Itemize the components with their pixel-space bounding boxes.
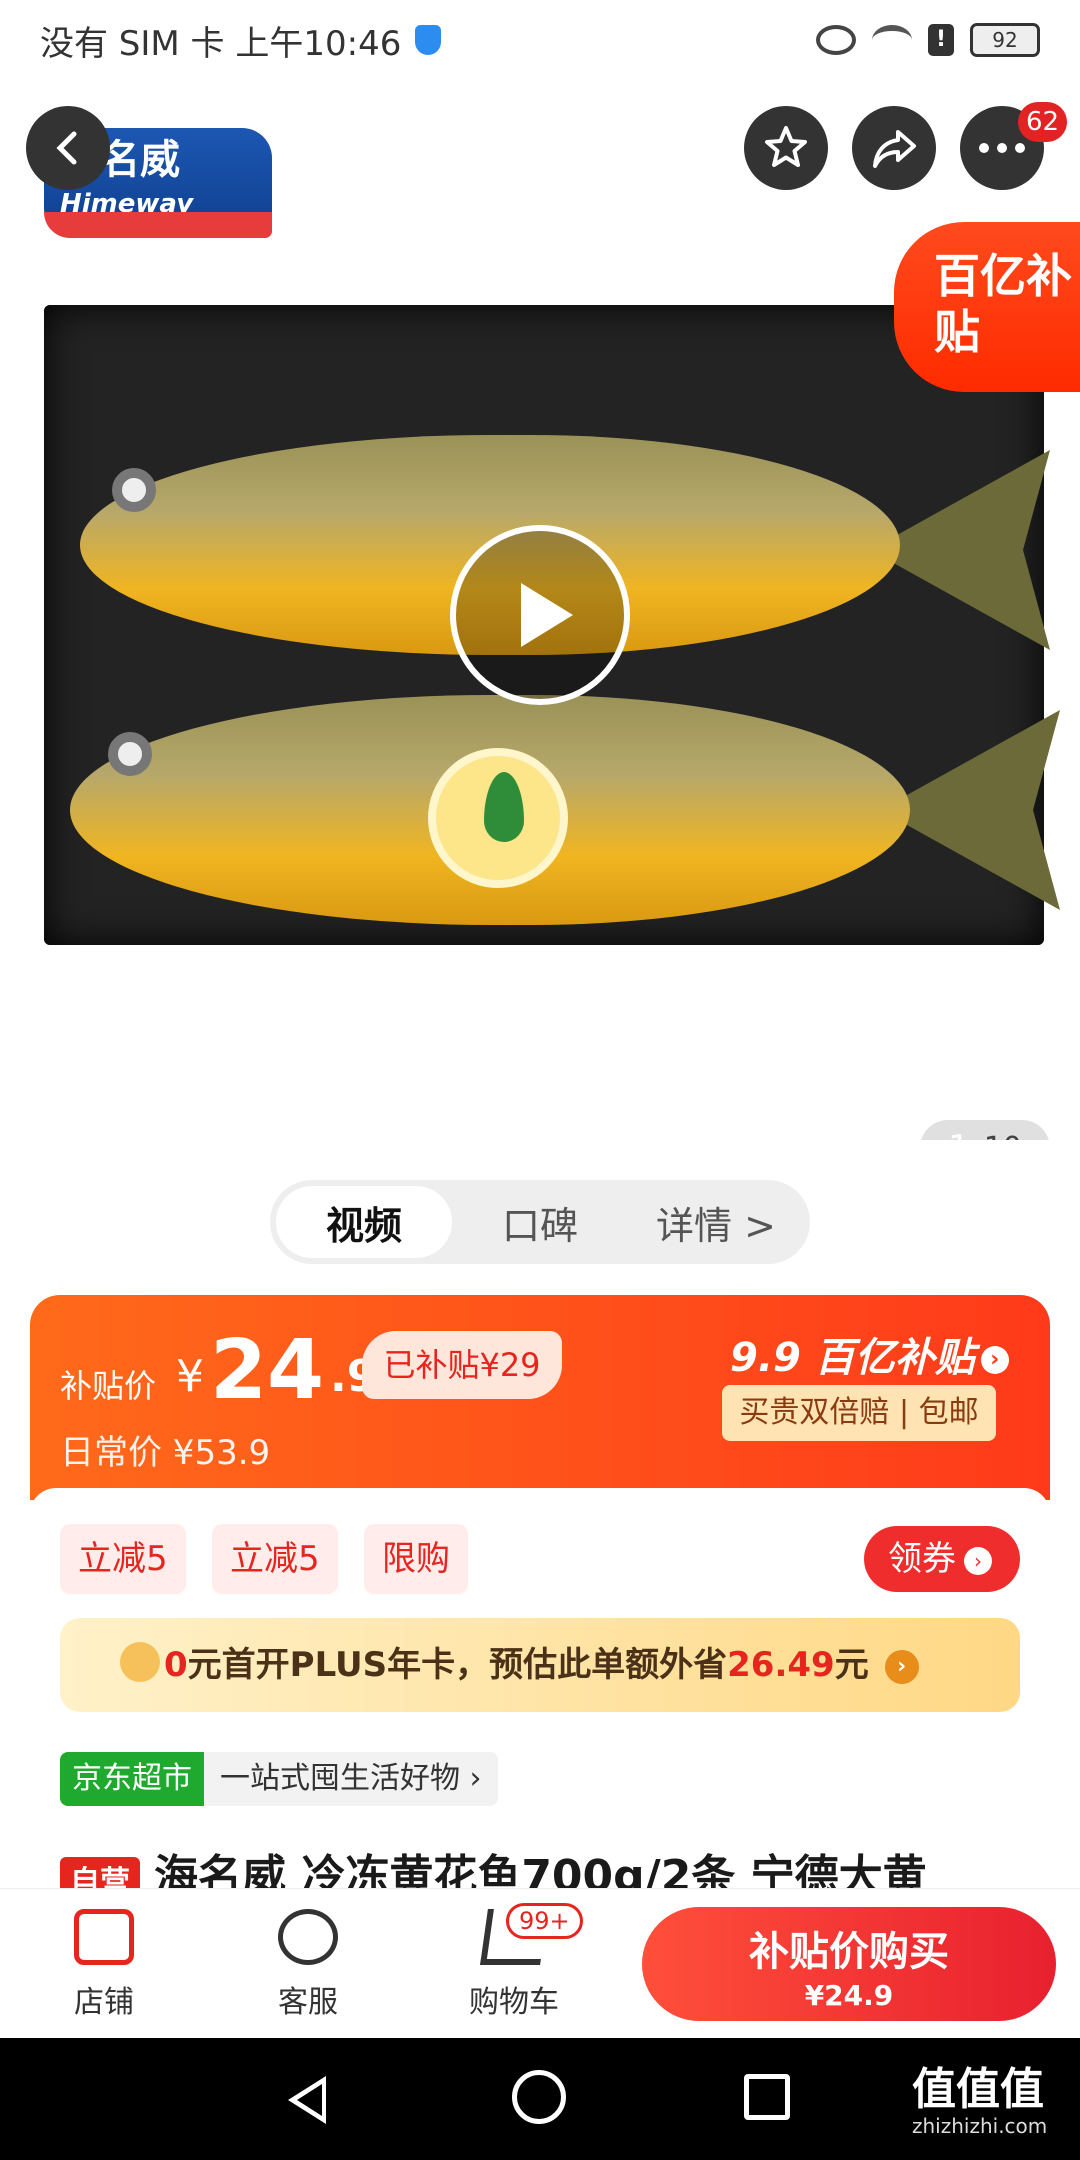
nav-back-icon-inner bbox=[297, 2084, 322, 2116]
price-currency: ¥ bbox=[176, 1351, 204, 1402]
coin-icon bbox=[120, 1642, 160, 1682]
tab-details[interactable]: 详情 > bbox=[628, 1186, 804, 1258]
service-label: 客服 bbox=[278, 1985, 338, 2020]
system-nav-bar: 值值值 zhizhizhi.com bbox=[0, 2038, 1080, 2160]
fish-eye bbox=[112, 468, 156, 512]
nav-recent-icon[interactable] bbox=[744, 2074, 790, 2120]
cart-label: 购物车 bbox=[469, 1985, 559, 2020]
content-tabs: 视频 口碑 详情 > bbox=[270, 1180, 810, 1264]
star-icon bbox=[765, 126, 807, 167]
fish-eye bbox=[108, 732, 152, 776]
alert-icon: ! bbox=[928, 24, 954, 56]
back-button[interactable] bbox=[26, 106, 110, 190]
chevron-right-icon: › bbox=[964, 1546, 992, 1575]
status-icons: ! 92 bbox=[816, 23, 1040, 57]
store-line-desc: 一站式囤生活好物 › bbox=[220, 1761, 482, 1796]
status-bar: 没有 SIM 卡 上午10:46 ! 92 bbox=[0, 0, 1080, 80]
buy-button-label: 补贴价购买 bbox=[749, 1929, 949, 1975]
store-icon bbox=[74, 1909, 134, 1965]
tab-reviews[interactable]: 口碑 bbox=[452, 1186, 628, 1258]
store-line[interactable]: 京东超市 一站式囤生活好物 › bbox=[60, 1752, 498, 1806]
watermark-sub: zhizhizhi.com bbox=[912, 2114, 1048, 2138]
bottom-action-bar: 店铺 客服 购物车 99+ 补贴价购买 ¥24.9 bbox=[0, 1888, 1080, 2038]
nav-home-icon[interactable] bbox=[512, 2070, 566, 2124]
campaign-text: 9.9 百亿补贴 bbox=[730, 1335, 975, 1381]
subsidy-tag: 百亿补贴 bbox=[894, 222, 1080, 392]
chat-icon bbox=[278, 1909, 338, 1965]
eye-icon bbox=[816, 25, 856, 55]
promo-chip[interactable]: 立减5 bbox=[212, 1524, 338, 1594]
watermark-main: 值值值 bbox=[912, 2064, 1044, 2115]
chevron-left-icon bbox=[56, 131, 77, 165]
status-text: 没有 SIM 卡 上午10:46 bbox=[40, 23, 402, 64]
play-icon bbox=[521, 583, 573, 647]
favorite-button[interactable] bbox=[744, 106, 828, 190]
wifi-icon bbox=[872, 25, 912, 55]
self-operated-tag: 自营 bbox=[60, 1857, 140, 1890]
pager-total: 10 bbox=[984, 1131, 1022, 1141]
shield-icon bbox=[415, 25, 442, 55]
tab-video[interactable]: 视频 bbox=[276, 1186, 452, 1258]
plus-banner[interactable]: 0元首开PLUS年卡，预估此单额外省26.49元 › bbox=[60, 1618, 1020, 1712]
coupon-label: 领券 bbox=[888, 1539, 956, 1579]
jd-supermarket-tag: 京东超市 bbox=[60, 1752, 204, 1806]
plus-suffix: 元 bbox=[834, 1645, 869, 1685]
plus-amount: 26.49 bbox=[727, 1645, 835, 1685]
message-count-badge: 62 bbox=[1018, 102, 1068, 142]
price-card: 补贴价 ¥ 24 .9 已补贴¥29 日常价 ¥53.9 9.9 百亿补贴 › 买… bbox=[30, 1295, 1050, 1500]
product-title: 自营 海名威 冷冻黄花鱼700g/2条 宁德大黄 bbox=[60, 1840, 1060, 1890]
battery-icon: 92 bbox=[970, 23, 1040, 57]
price-label: 补贴价 bbox=[60, 1367, 157, 1405]
store-button[interactable]: 店铺 bbox=[44, 1909, 164, 2021]
plus-prefix: 0 bbox=[164, 1645, 188, 1685]
share-button[interactable] bbox=[852, 106, 936, 190]
service-button[interactable]: 客服 bbox=[248, 1909, 368, 2021]
more-icon bbox=[979, 143, 1025, 153]
share-icon bbox=[873, 130, 916, 168]
store-label: 店铺 bbox=[74, 1985, 134, 2020]
subsidy-chip: 已补贴¥29 bbox=[362, 1331, 562, 1399]
chevron-right-icon: › bbox=[884, 1649, 919, 1684]
watermark: 值值值 zhizhizhi.com bbox=[912, 2064, 1048, 2139]
pager-current: 1 bbox=[948, 1128, 970, 1140]
product-title-text: 海名威 冷冻黄花鱼700g/2条 宁德大黄 bbox=[154, 1851, 927, 1890]
promo-chip[interactable]: 立减5 bbox=[60, 1524, 186, 1594]
campaign-tag: 买贵双倍赔 | 包邮 bbox=[722, 1385, 996, 1441]
coupon-button[interactable]: 领券 › bbox=[864, 1526, 1020, 1592]
play-video-button[interactable] bbox=[450, 525, 630, 705]
plus-text: 元首开PLUS年卡，预估此单额外省 bbox=[187, 1645, 728, 1685]
promo-chip[interactable]: 限购 bbox=[364, 1524, 468, 1594]
chevron-right-icon: › bbox=[980, 1346, 1009, 1374]
daily-price: 日常价 ¥53.9 bbox=[60, 1433, 271, 1473]
image-pager: 1 10 bbox=[920, 1120, 1050, 1140]
price-integer: 24 bbox=[210, 1323, 325, 1418]
buy-button-price: ¥24.9 bbox=[804, 1979, 894, 2012]
buy-button[interactable]: 补贴价购买 ¥24.9 bbox=[642, 1907, 1056, 2021]
campaign-link[interactable]: 9.9 百亿补贴 › bbox=[730, 1325, 1009, 1383]
cart-count-badge: 99+ bbox=[506, 1903, 583, 1939]
brand-logo-wave bbox=[44, 212, 272, 238]
